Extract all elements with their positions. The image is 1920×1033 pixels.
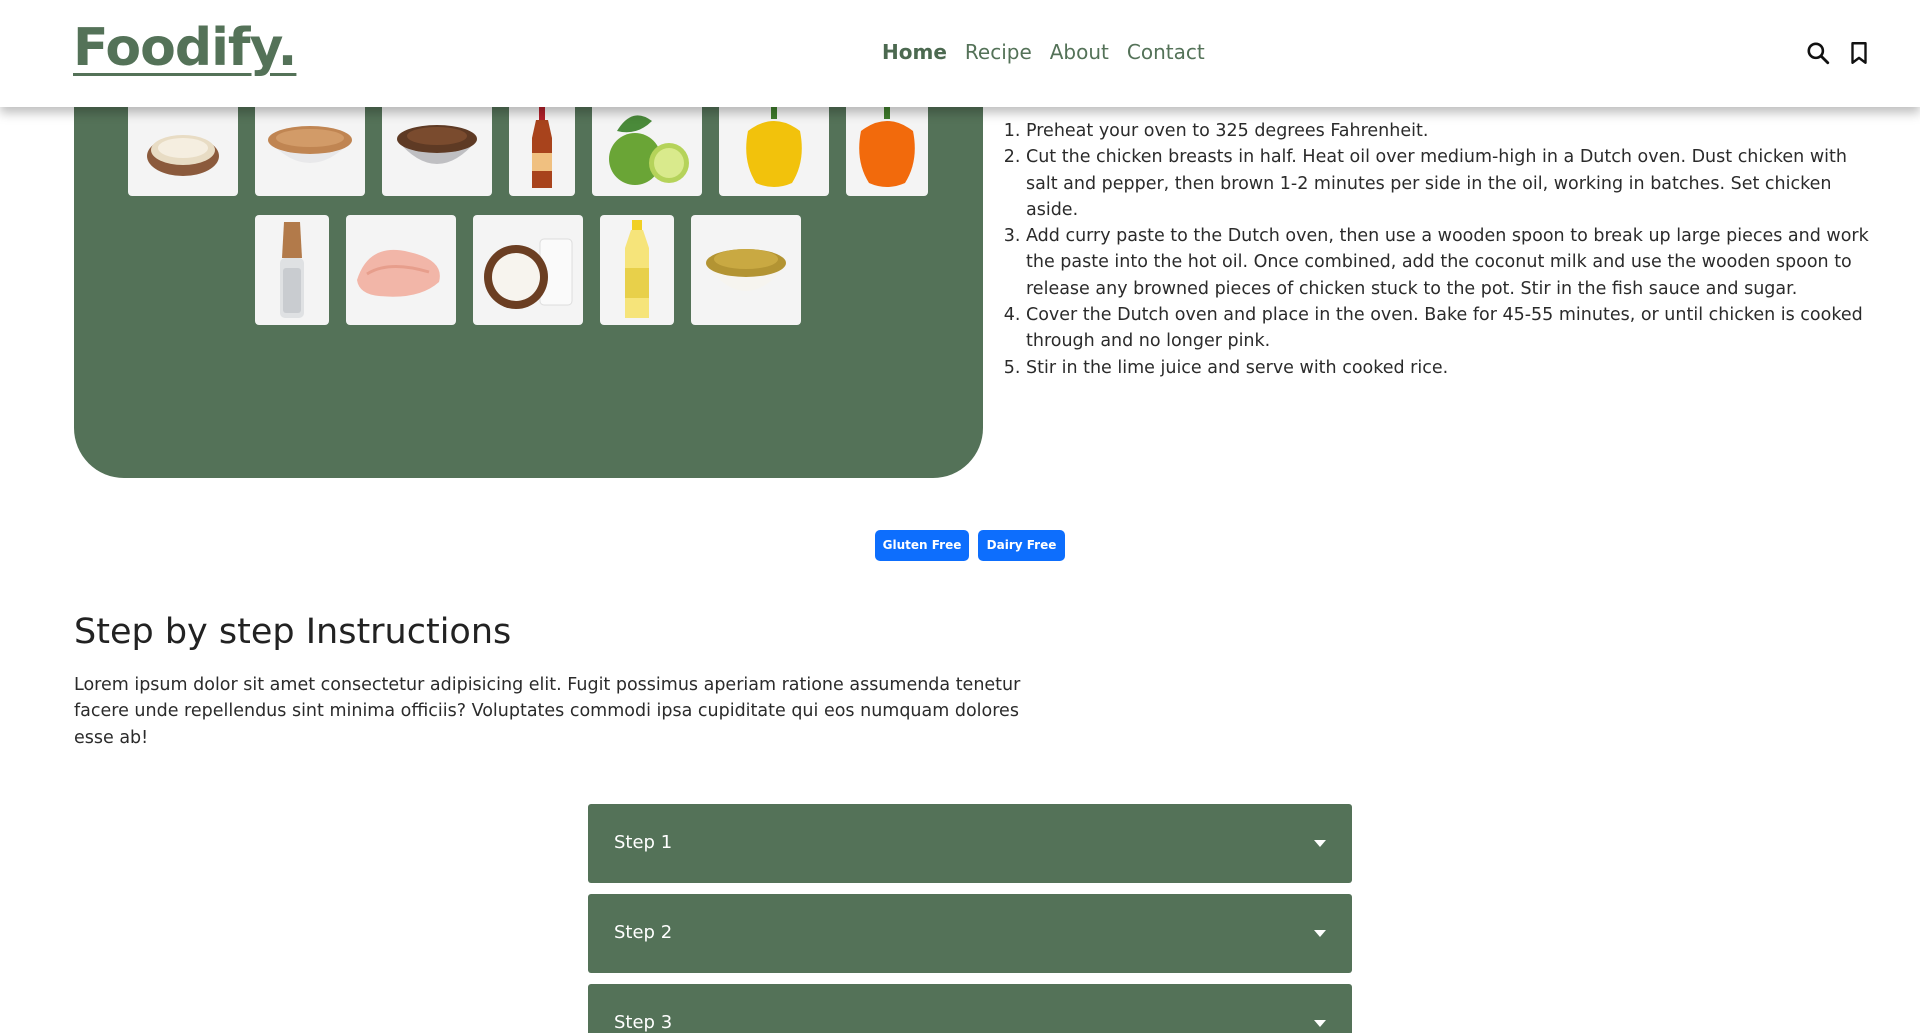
step-label: Step 2 bbox=[614, 922, 673, 943]
nav-links: Home Recipe About Contact bbox=[882, 40, 1205, 64]
method-step: Add curry paste to the Dutch oven, then … bbox=[1026, 223, 1876, 302]
caret-down-icon bbox=[1314, 840, 1326, 847]
instructions-title: Step by step Instructions bbox=[74, 612, 512, 652]
nav-link-contact[interactable]: Contact bbox=[1127, 40, 1205, 64]
step-2-accordion[interactable]: Step 2 bbox=[588, 894, 1352, 973]
dairy-free-badge: Dairy Free bbox=[978, 530, 1065, 561]
curry-paste-image bbox=[691, 215, 801, 325]
chicken-breasts-image bbox=[346, 215, 456, 325]
orange-bell-pepper-image bbox=[846, 96, 928, 196]
brown-sugar-bowl-image bbox=[382, 96, 492, 196]
method-step: Preheat your oven to 325 degrees Fahrenh… bbox=[1026, 118, 1876, 144]
step-3-accordion[interactable]: Step 3 bbox=[588, 984, 1352, 1033]
gluten-free-badge: Gluten Free bbox=[875, 530, 969, 561]
search-icon[interactable] bbox=[1805, 40, 1831, 66]
nav-link-about[interactable]: About bbox=[1050, 40, 1109, 64]
nav-link-home[interactable]: Home bbox=[882, 40, 947, 64]
coconut-milk-image bbox=[473, 215, 583, 325]
method-step: Stir in the lime juice and serve with co… bbox=[1026, 355, 1876, 381]
brown-sugar-image bbox=[255, 96, 365, 196]
pepper-grinder-image bbox=[255, 215, 329, 325]
step-label: Step 3 bbox=[614, 1012, 673, 1033]
ingredients-panel bbox=[74, 60, 983, 478]
method-step: Cover the Dutch oven and place in the ov… bbox=[1026, 302, 1876, 355]
oil-bottle-image bbox=[600, 215, 674, 325]
diet-badges: Gluten Free Dairy Free bbox=[875, 530, 1065, 561]
method-step: Cut the chicken breasts in half. Heat oi… bbox=[1026, 144, 1876, 223]
yellow-bell-pepper-image bbox=[719, 96, 829, 196]
limes-image bbox=[592, 96, 702, 196]
fish-sauce-bottle-image bbox=[509, 96, 575, 196]
instructions-description: Lorem ipsum dolor sit amet consectetur a… bbox=[74, 675, 1021, 748]
oats-image bbox=[128, 96, 238, 196]
brand-logo[interactable]: Foodify. bbox=[73, 18, 297, 78]
step-label: Step 1 bbox=[614, 832, 673, 853]
step-1-accordion[interactable]: Step 1 bbox=[588, 804, 1352, 883]
method-list: Preheat your oven to 325 degrees Fahrenh… bbox=[1006, 118, 1876, 381]
caret-down-icon bbox=[1314, 930, 1326, 937]
caret-down-icon bbox=[1314, 1020, 1326, 1027]
bookmark-icon[interactable] bbox=[1846, 40, 1872, 66]
nav-link-recipe[interactable]: Recipe bbox=[965, 40, 1032, 64]
navbar: Foodify. Home Recipe About Contact bbox=[0, 0, 1920, 107]
